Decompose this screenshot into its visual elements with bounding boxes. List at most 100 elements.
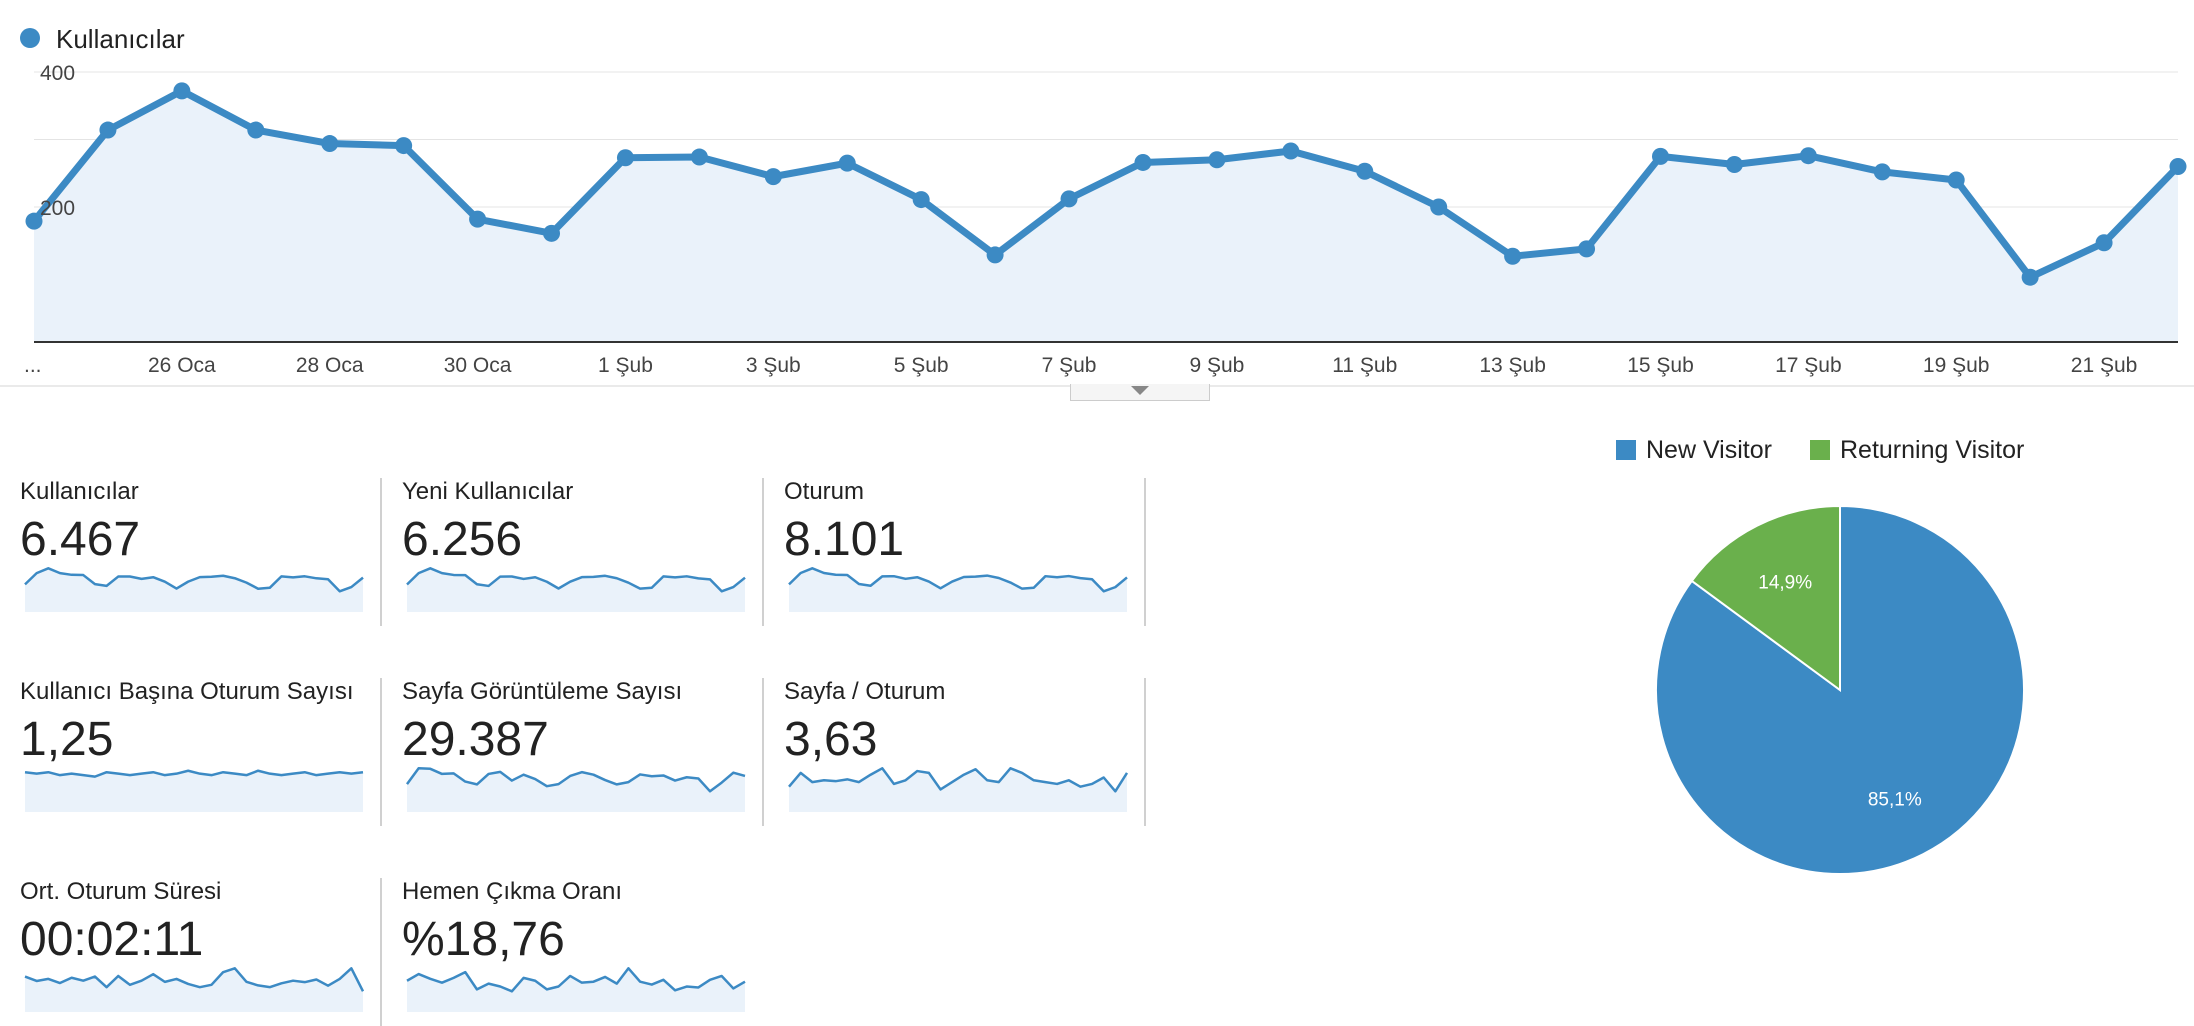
metric-tile[interactable]: Sayfa / Oturum 3,63: [784, 678, 1146, 826]
metric-label: Yeni Kullanıcılar: [402, 478, 574, 505]
sparkline-area: [789, 768, 1127, 812]
data-point[interactable]: [1799, 147, 1817, 165]
x-tick-label: 9 Şub: [1189, 354, 1244, 377]
data-point[interactable]: [912, 191, 930, 209]
metric-value: %18,76: [402, 913, 565, 966]
metric-divider: [380, 878, 382, 1026]
metric-divider: [380, 478, 382, 626]
x-tick-label: ...: [24, 354, 42, 377]
metric-tile[interactable]: Ort. Oturum Süresi 00:02:11: [20, 878, 382, 1026]
metric-sparkline: [406, 567, 746, 612]
metric-tile[interactable]: Hemen Çıkma Oranı %18,76: [402, 878, 764, 1026]
metric-value: 00:02:11: [20, 913, 204, 966]
metric-tile[interactable]: Oturum 8.101: [784, 478, 1146, 626]
metric-value: 1,25: [20, 713, 114, 766]
data-point[interactable]: [2169, 158, 2187, 175]
metric-value: 8.101: [784, 513, 905, 566]
pie-legend-swatch-new: [1616, 440, 1636, 460]
data-point[interactable]: [1578, 240, 1596, 258]
data-point[interactable]: [1947, 171, 1965, 189]
pie-legend-returning-visitor: Returning Visitor: [1810, 436, 2024, 465]
x-tick-label: 28 Oca: [296, 354, 364, 377]
pie-legend-label-returning: Returning Visitor: [1840, 436, 2025, 464]
metric-value: 6.467: [20, 513, 141, 566]
x-tick-label: 13 Şub: [1479, 354, 1546, 377]
metric-sparkline: [406, 967, 746, 1012]
chevron-down-icon: [1131, 386, 1149, 395]
y-tick-label: 200: [40, 197, 75, 220]
metric-divider: [1144, 478, 1146, 626]
y-tick-label: 400: [40, 62, 75, 85]
metric-sparkline: [24, 769, 364, 812]
data-point[interactable]: [1504, 247, 1522, 265]
x-tick-label: 5 Şub: [894, 354, 949, 377]
metric-divider: [762, 478, 764, 626]
metric-divider: [380, 678, 382, 826]
x-tick-label: 19 Şub: [1923, 354, 1990, 377]
x-tick-label: 11 Şub: [1332, 354, 1397, 377]
x-tick-label: 30 Oca: [444, 354, 512, 377]
users-line-chart: 200 400... 26 Oca 28 Oca 30 Oca 1 Şub 3 Şub 5 Ş…: [0, 62, 2194, 387]
data-point[interactable]: [321, 135, 339, 153]
metric-divider: [1144, 678, 1146, 826]
data-point[interactable]: [690, 148, 708, 166]
metric-sparkline: [788, 567, 1128, 612]
data-point[interactable]: [616, 149, 634, 167]
metric-sparkline: [406, 767, 746, 812]
legend-label-kullanicilar: Kullanıcılar: [56, 24, 185, 54]
data-point[interactable]: [1282, 142, 1300, 160]
metric-value: 6.256: [402, 513, 523, 566]
metric-value: 3,63: [784, 713, 878, 766]
data-point[interactable]: [173, 82, 191, 100]
sparkline-area: [25, 770, 363, 812]
visitor-type-pie-chart: 85,1% 14,9%: [1655, 504, 2025, 875]
metric-sparkline: [24, 967, 364, 1012]
data-point[interactable]: [1356, 162, 1374, 180]
data-point[interactable]: [838, 154, 856, 172]
metric-label: Kullanıcılar: [20, 478, 139, 505]
pie-slice-label: 14,9%: [1758, 573, 1812, 594]
data-point[interactable]: [1725, 155, 1743, 173]
data-point[interactable]: [395, 137, 413, 155]
x-tick-label: 7 Şub: [1042, 354, 1097, 377]
metric-label: Hemen Çıkma Oranı: [402, 878, 623, 905]
x-tick-label: 3 Şub: [746, 354, 801, 377]
data-point[interactable]: [986, 246, 1004, 264]
x-tick-label: 26 Oca: [148, 354, 216, 377]
data-point[interactable]: [1873, 163, 1891, 181]
metric-label: Oturum: [784, 478, 865, 505]
data-point[interactable]: [2095, 234, 2113, 252]
x-tick-label: 21 Şub: [2071, 354, 2138, 377]
sparkline-area: [25, 968, 363, 1012]
data-point[interactable]: [2021, 268, 2039, 286]
data-point[interactable]: [1134, 153, 1152, 171]
metric-sparkline: [788, 767, 1128, 812]
data-point[interactable]: [1060, 190, 1078, 208]
metric-tile[interactable]: Yeni Kullanıcılar 6.256: [402, 478, 764, 626]
data-point[interactable]: [764, 168, 782, 186]
data-point[interactable]: [1208, 151, 1226, 169]
data-point[interactable]: [247, 121, 265, 139]
metric-label: Sayfa / Oturum: [784, 678, 946, 705]
pie-slice-label: 85,1%: [1868, 789, 1922, 810]
legend-dot-kullanicilar: [20, 28, 40, 48]
x-tick-label: 17 Şub: [1775, 354, 1842, 377]
metric-divider: [762, 678, 764, 826]
data-point[interactable]: [469, 210, 487, 228]
pie-legend-new-visitor: New Visitor: [1616, 436, 1772, 465]
metric-value: 29.387: [402, 713, 549, 766]
metric-label: Ort. Oturum Süresi: [20, 878, 222, 905]
series-area: [34, 90, 2178, 343]
metric-tile[interactable]: Sayfa Görüntüleme Sayısı 29.387: [402, 678, 764, 826]
metric-sparkline: [24, 567, 364, 612]
data-point[interactable]: [1430, 198, 1448, 216]
x-tick-label: 1 Şub: [598, 354, 653, 377]
metric-tile[interactable]: Kullanıcı Başına Oturum Sayısı 1,25: [20, 678, 382, 826]
pie-legend-swatch-returning: [1810, 440, 1830, 460]
chart-collapse-toggle[interactable]: [1070, 384, 1210, 401]
data-point[interactable]: [543, 224, 561, 242]
pie-legend-label-new: New Visitor: [1646, 436, 1772, 464]
metric-tile[interactable]: Kullanıcılar 6.467: [20, 478, 382, 626]
data-point[interactable]: [99, 121, 117, 139]
data-point[interactable]: [1651, 147, 1669, 165]
